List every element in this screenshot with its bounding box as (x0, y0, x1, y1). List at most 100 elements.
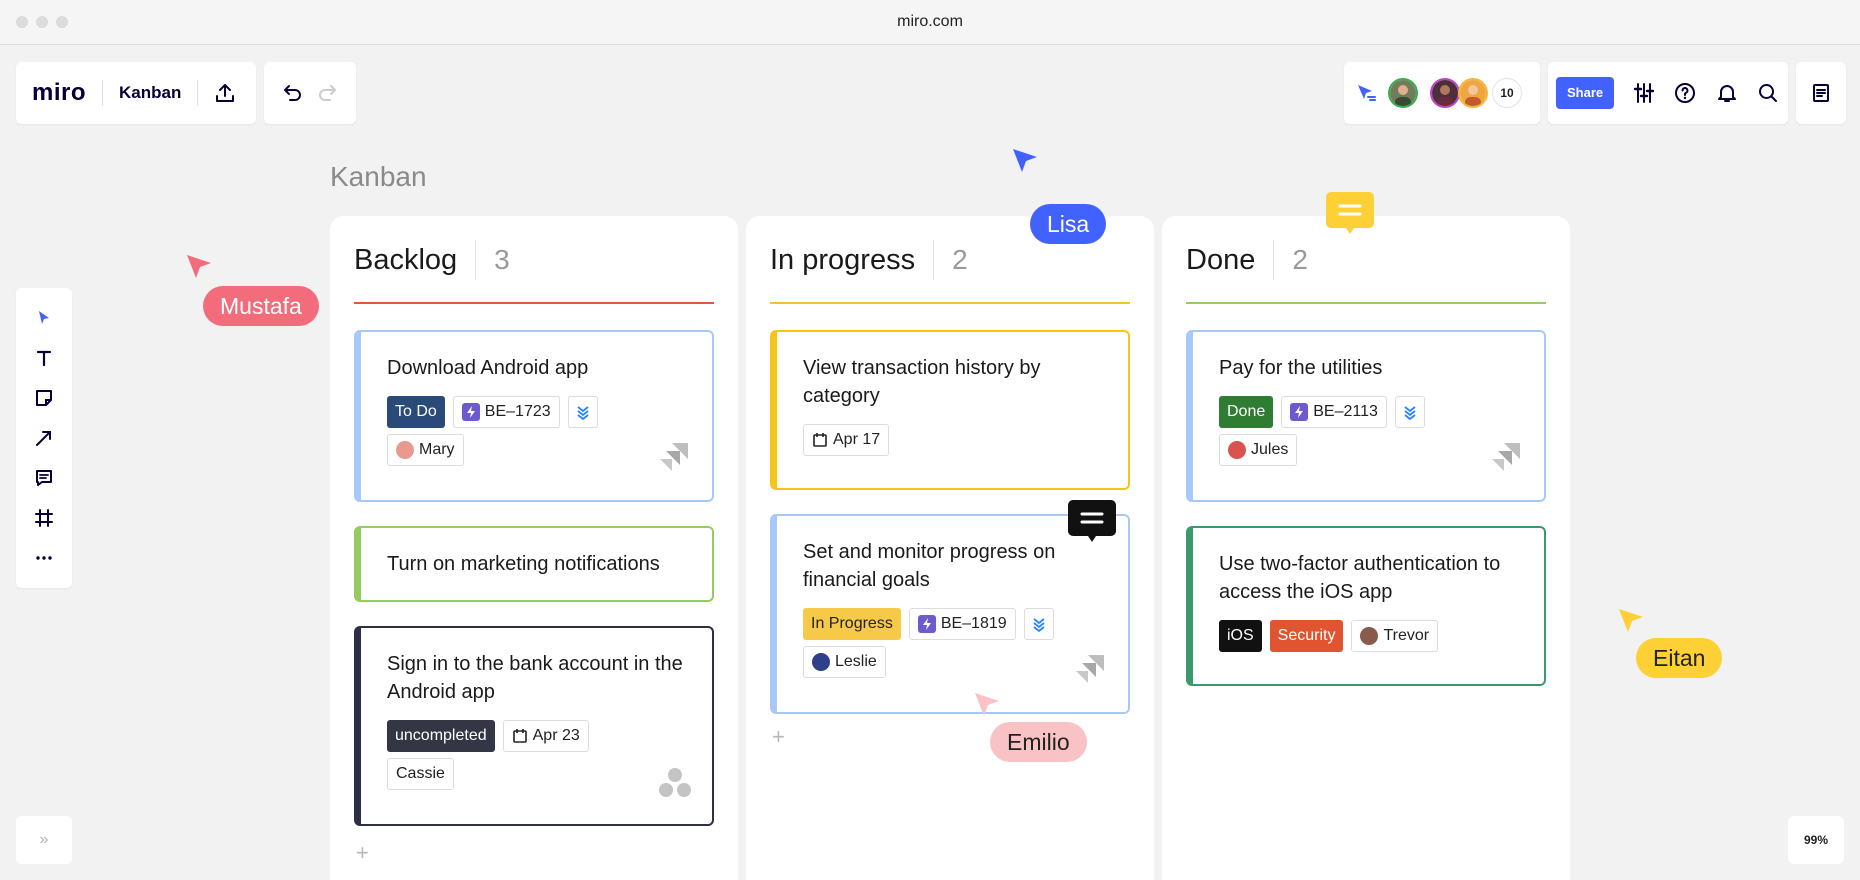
frame-tool-icon[interactable] (30, 504, 58, 532)
asana-logo-icon (658, 767, 692, 804)
notes-icon[interactable] (1810, 82, 1832, 104)
comment-tool-icon[interactable] (30, 464, 58, 492)
actions-panel: Share (1548, 62, 1788, 124)
assignee-tag[interactable]: Trevor (1351, 620, 1439, 652)
jira-logo-icon (1490, 441, 1524, 480)
card-title: Turn on marketing notifications (387, 553, 660, 575)
add-card-button[interactable]: + (356, 840, 369, 866)
creation-toolbar (16, 288, 72, 588)
board-header-panel: miro Kanban (16, 62, 256, 124)
column-title: Done (1186, 243, 1256, 276)
comment-bubble-yellow[interactable] (1326, 192, 1374, 234)
column-divider (1186, 302, 1546, 304)
card-title: Pay for the utilities (1219, 357, 1383, 379)
column-divider (770, 302, 1130, 304)
card-title: Download Android app (387, 357, 589, 379)
jira-logo-icon (658, 441, 692, 480)
category-tag[interactable]: Security (1269, 620, 1344, 652)
jira-bolt-icon (1290, 403, 1309, 421)
settings-sliders-icon[interactable] (1632, 81, 1656, 105)
card-pay-utilities[interactable]: Pay for the utilities Done BE–2113 Jules (1186, 330, 1546, 502)
ticket-tag[interactable]: BE–2113 (1281, 396, 1387, 428)
card-title: Sign in to the bank account in the Andro… (387, 653, 683, 703)
export-icon[interactable] (214, 82, 236, 104)
avatar (396, 441, 414, 459)
avatar (1228, 441, 1246, 459)
priority-icon[interactable] (567, 396, 598, 428)
status-tag[interactable]: To Do (387, 396, 445, 428)
status-tag[interactable]: In Progress (803, 608, 901, 640)
connection-line-tool-icon[interactable] (30, 424, 58, 452)
sticky-note-tool-icon[interactable] (30, 384, 58, 412)
column-backlog[interactable]: Backlog 3 Download Android app To Do BE–… (330, 216, 738, 880)
card-sign-in-bank-android[interactable]: Sign in to the bank account in the Andro… (354, 626, 714, 826)
redo-icon[interactable] (317, 82, 339, 104)
miro-logo[interactable]: miro (32, 79, 86, 107)
avatar[interactable] (1388, 78, 1418, 108)
browser-titlebar: miro.com (0, 0, 1860, 45)
help-icon[interactable] (1673, 81, 1697, 105)
board-title: Kanban (330, 161, 427, 192)
follow-cursor-icon[interactable] (1354, 81, 1378, 105)
notifications-bell-icon[interactable] (1715, 81, 1739, 105)
column-count: 2 (1292, 244, 1308, 275)
zoom-level[interactable]: 99% (1788, 816, 1844, 864)
card-title: Use two-factor authentication to access … (1219, 553, 1501, 603)
collaborators-panel: 10 (1344, 62, 1540, 124)
platform-tag[interactable]: iOS (1219, 620, 1262, 652)
card-transaction-history[interactable]: View transaction history by category Apr… (770, 330, 1130, 490)
cursor-pointer-icon (1013, 149, 1037, 172)
notes-panel (1796, 62, 1846, 124)
cursor-label-emilio: Emilio (990, 722, 1087, 762)
cursor-label-lisa: Lisa (1030, 204, 1107, 244)
calendar-icon (813, 433, 827, 447)
column-count: 3 (494, 244, 510, 275)
avatar[interactable] (1458, 78, 1488, 108)
column-done[interactable]: Done 2 Pay for the utilities Done BE–211… (1162, 216, 1570, 880)
text-tool-icon[interactable] (30, 344, 58, 372)
column-in-progress[interactable]: In progress 2 View transaction history b… (746, 216, 1154, 880)
date-tag[interactable]: Apr 23 (502, 720, 589, 752)
column-title: Backlog (354, 243, 458, 276)
column-divider (354, 302, 714, 304)
expand-sidebar-button[interactable]: » (16, 816, 72, 864)
browser-url[interactable]: miro.com (0, 13, 1860, 31)
card-title: Set and monitor progress on financial go… (803, 541, 1056, 591)
calendar-icon (512, 729, 527, 743)
assignee-tag[interactable]: Leslie (803, 646, 886, 678)
priority-icon[interactable] (1394, 396, 1425, 428)
assignee-tag[interactable]: Jules (1219, 434, 1298, 466)
undo-icon[interactable] (281, 82, 303, 104)
card-marketing-notifications[interactable]: Turn on marketing notifications (354, 526, 714, 602)
select-tool-icon[interactable] (30, 304, 58, 332)
cursor-label-eitan: Eitan (1636, 638, 1723, 678)
assignee-tag[interactable]: Cassie (387, 758, 454, 790)
ticket-tag[interactable]: BE–1723 (452, 396, 560, 428)
status-tag[interactable]: Done (1219, 396, 1274, 428)
status-tag[interactable]: uncompleted (387, 720, 495, 752)
board-canvas[interactable]: miro Kanban 10 Share Kanban Backlog 3 Do… (0, 46, 1860, 880)
cursor-pointer-icon (187, 255, 211, 278)
ticket-tag[interactable]: BE–1819 (908, 608, 1016, 640)
history-panel (264, 62, 356, 124)
date-tag[interactable]: Apr 17 (803, 424, 890, 456)
collaborator-count[interactable]: 10 (1492, 78, 1522, 108)
jira-bolt-icon (461, 403, 480, 421)
search-icon[interactable] (1756, 81, 1780, 105)
cursor-pointer-icon (975, 693, 999, 716)
card-two-factor-ios[interactable]: Use two-factor authentication to access … (1186, 526, 1546, 686)
board-name[interactable]: Kanban (119, 83, 181, 103)
share-button[interactable]: Share (1556, 77, 1615, 109)
add-card-button[interactable]: + (772, 724, 785, 750)
jira-bolt-icon (917, 615, 936, 633)
card-download-android-app[interactable]: Download Android app To Do BE–1723 Mary (354, 330, 714, 502)
avatar[interactable] (1430, 78, 1460, 108)
assignee-tag[interactable]: Mary (387, 434, 464, 466)
column-title: In progress (770, 243, 916, 276)
cursor-pointer-icon (1619, 609, 1643, 632)
priority-icon[interactable] (1023, 608, 1054, 640)
avatar (1360, 627, 1379, 645)
more-tools-icon[interactable] (30, 544, 58, 572)
jira-logo-icon (1074, 653, 1108, 692)
comment-bubble-black[interactable] (1068, 500, 1116, 542)
